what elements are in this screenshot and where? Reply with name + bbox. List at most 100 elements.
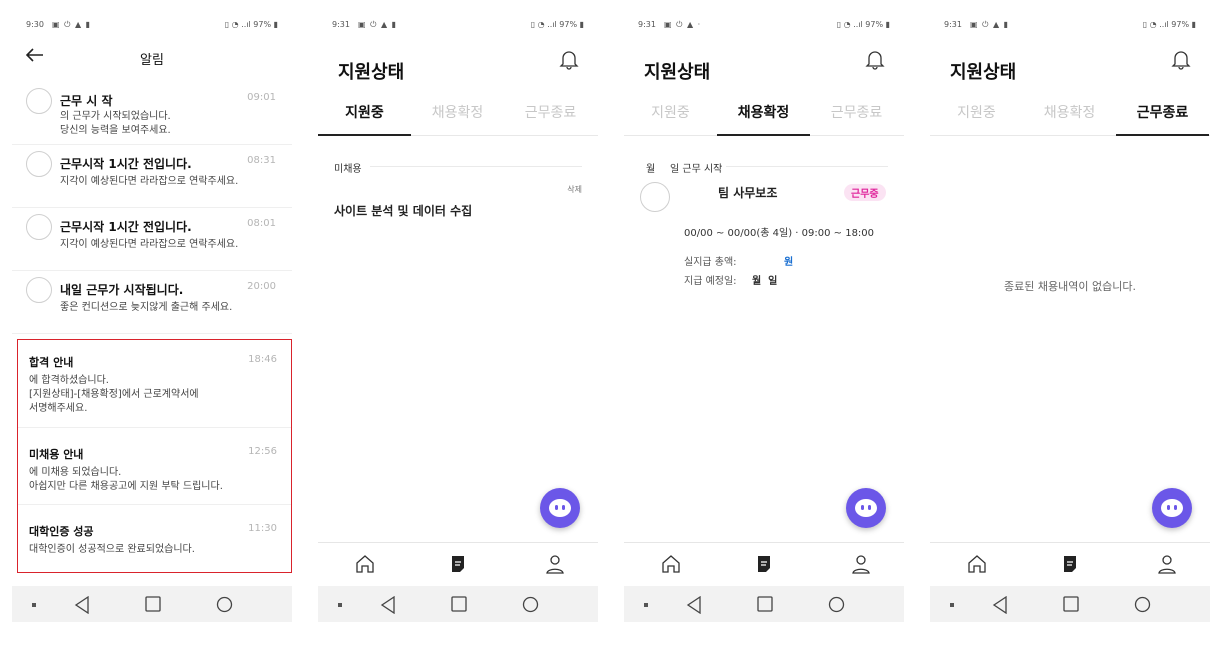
system-recents-icon[interactable] xyxy=(1134,596,1151,613)
system-nav-bar xyxy=(318,586,598,622)
menu-dot-icon[interactable] xyxy=(644,603,648,607)
status-time: 9:31 xyxy=(944,20,962,29)
company-avatar xyxy=(640,182,670,212)
chat-button[interactable] xyxy=(846,488,886,528)
chat-button[interactable] xyxy=(540,488,580,528)
status-tabs: 지원중 채용확정 근무종료 xyxy=(318,102,598,136)
profile-icon[interactable] xyxy=(1156,553,1178,575)
application-status-screen-ended: 9:31 ▣ ⏻ ▲ ▮ ▯ ◔ ..ıl 97% ▮ 지원상태 지원중 채용확… xyxy=(930,12,1210,622)
bottom-nav xyxy=(624,542,904,586)
notification-item[interactable]: 미채용 안내 12:56 에 미채용 되었습니다. 아쉽지만 다른 채용공고에 … xyxy=(18,428,291,505)
tab-applying[interactable]: 지원중 xyxy=(624,102,717,136)
status-bar: 9:31 ▣ ⏻ ▲ ▮ ▯ ◔ ..ıl 97% ▮ xyxy=(332,20,584,32)
profile-icon[interactable] xyxy=(850,553,872,575)
system-back-icon[interactable] xyxy=(74,596,90,614)
home-icon[interactable] xyxy=(354,553,376,575)
section-label: 미채용 xyxy=(334,164,362,175)
document-icon[interactable] xyxy=(1059,553,1081,575)
status-badge: 근무중 xyxy=(844,184,886,201)
bell-icon[interactable] xyxy=(558,48,580,70)
notification-item[interactable]: 대학인증 성공 11:30 대학인증이 성공적으로 완료되었습니다. xyxy=(18,505,291,571)
status-battery: ▯ ◔ ..ıl 97% ▮ xyxy=(530,20,584,29)
menu-dot-icon[interactable] xyxy=(32,603,36,607)
home-icon[interactable] xyxy=(660,553,682,575)
status-bar: 9:30 ▣ ⏻ ▲ ▮ ▯ ◔ ..ıl 97% ▮ xyxy=(26,20,278,32)
tab-applying[interactable]: 지원중 xyxy=(318,102,411,136)
application-status-screen-applying: 9:31 ▣ ⏻ ▲ ▮ ▯ ◔ ..ıl 97% ▮ 지원상태 지원중 채용확… xyxy=(318,12,598,622)
chat-icon xyxy=(549,499,571,517)
tab-applying[interactable]: 지원중 xyxy=(930,102,1023,136)
tab-ended[interactable]: 근무종료 xyxy=(1116,102,1209,136)
notification-item[interactable]: 내일 근무가 시작됩니다. 20:00 좋은 컨디션으로 늦지않게 출근해 주세… xyxy=(12,271,292,334)
delete-button[interactable]: 삭제 xyxy=(567,184,582,195)
system-home-icon[interactable] xyxy=(451,596,467,612)
notification-body: 지각이 예상된다면 라라잡으로 연락주세요. xyxy=(60,239,239,250)
profile-icon[interactable] xyxy=(544,553,566,575)
home-icon[interactable] xyxy=(966,553,988,575)
notification-item[interactable]: 근무시작 1시간 전입니다. 08:31 지각이 예상된다면 라라잡으로 연락주… xyxy=(12,145,292,208)
status-icons: ▣ ⏻ ▲ ▮ xyxy=(358,20,398,29)
system-nav-bar xyxy=(12,586,292,622)
chat-button[interactable] xyxy=(1152,488,1192,528)
work-schedule: 00/00 ~ 00/00(총 4일) · 09:00 ~ 18:00 xyxy=(684,228,875,239)
job-title[interactable]: 팀 사무보조 xyxy=(718,184,777,201)
system-home-icon[interactable] xyxy=(757,596,773,612)
chat-icon xyxy=(1161,499,1183,517)
system-home-icon[interactable] xyxy=(145,596,161,612)
document-icon[interactable] xyxy=(447,553,469,575)
status-icons: ▣ ⏻ ▲ ▮ xyxy=(970,20,1010,29)
notification-item[interactable]: 근무 시 작 09:01 의 근무가 시작되었습니다. 당신의 능력을 보여주세… xyxy=(12,82,292,145)
pay-value: 원 xyxy=(784,257,794,268)
notification-title: 대학인증 성공 xyxy=(29,525,94,538)
status-icons: ▣ ⏻ ▲ · xyxy=(664,20,702,29)
tab-ended[interactable]: 근무종료 xyxy=(504,102,597,136)
avatar xyxy=(26,277,52,303)
section-divider xyxy=(726,166,888,167)
start-day-label: 일 근무 시작 xyxy=(670,164,723,175)
system-back-icon[interactable] xyxy=(686,596,702,614)
avatar xyxy=(26,214,52,240)
page-title: 알림 xyxy=(140,53,164,68)
system-recents-icon[interactable] xyxy=(216,596,233,613)
notification-title: 합격 안내 xyxy=(29,356,74,369)
notification-title: 미채용 안내 xyxy=(29,448,84,461)
paydate-value: 월 일 xyxy=(752,276,778,287)
status-tabs: 지원중 채용확정 근무종료 xyxy=(624,102,904,136)
menu-dot-icon[interactable] xyxy=(950,603,954,607)
system-home-icon[interactable] xyxy=(1063,596,1079,612)
tab-ended[interactable]: 근무종료 xyxy=(810,102,903,136)
start-month-label: 월 xyxy=(646,164,656,175)
notification-time: 08:31 xyxy=(247,155,276,166)
page-title: 지원상태 xyxy=(644,62,711,83)
paydate-label: 지급 예정일: xyxy=(684,276,737,287)
job-title[interactable]: 사이트 분석 및 데이터 수집 xyxy=(334,202,472,219)
highlighted-notifications: 합격 안내 18:46 에 합격하셨습니다. [지원상태]-[채용확정]에서 근… xyxy=(17,339,292,573)
notification-title: 근무 시 작 xyxy=(60,94,113,108)
notification-list: 근무 시 작 09:01 의 근무가 시작되었습니다. 당신의 능력을 보여주세… xyxy=(12,82,292,334)
system-back-icon[interactable] xyxy=(992,596,1008,614)
bottom-nav xyxy=(318,542,598,586)
notification-time: 20:00 xyxy=(247,281,276,292)
status-time: 9:30 xyxy=(26,20,44,29)
status-icons: ▣ ⏻ ▲ ▮ xyxy=(52,20,92,29)
notification-title: 근무시작 1시간 전입니다. xyxy=(60,157,192,171)
notification-item[interactable]: 근무시작 1시간 전입니다. 08:01 지각이 예상된다면 라라잡으로 연락주… xyxy=(12,208,292,271)
bell-icon[interactable] xyxy=(864,48,886,70)
notification-item[interactable]: 합격 안내 18:46 에 합격하셨습니다. [지원상태]-[채용확정]에서 근… xyxy=(18,340,291,428)
notification-title: 내일 근무가 시작됩니다. xyxy=(60,283,184,297)
system-back-icon[interactable] xyxy=(380,596,396,614)
menu-dot-icon[interactable] xyxy=(338,603,342,607)
notification-body: 대학인증이 성공적으로 완료되었습니다. xyxy=(29,544,195,555)
notification-title: 근무시작 1시간 전입니다. xyxy=(60,220,192,234)
avatar xyxy=(26,151,52,177)
bell-icon[interactable] xyxy=(1170,48,1192,70)
document-icon[interactable] xyxy=(753,553,775,575)
system-nav-bar xyxy=(930,586,1210,622)
tab-confirmed[interactable]: 채용확정 xyxy=(411,102,504,136)
empty-state-message: 종료된 채용내역이 없습니다. xyxy=(1004,280,1136,293)
system-recents-icon[interactable] xyxy=(828,596,845,613)
tab-confirmed[interactable]: 채용확정 xyxy=(1023,102,1116,136)
tab-confirmed[interactable]: 채용확정 xyxy=(717,102,810,136)
status-battery: ▯ ◔ ..ıl 97% ▮ xyxy=(1142,20,1196,29)
system-recents-icon[interactable] xyxy=(522,596,539,613)
